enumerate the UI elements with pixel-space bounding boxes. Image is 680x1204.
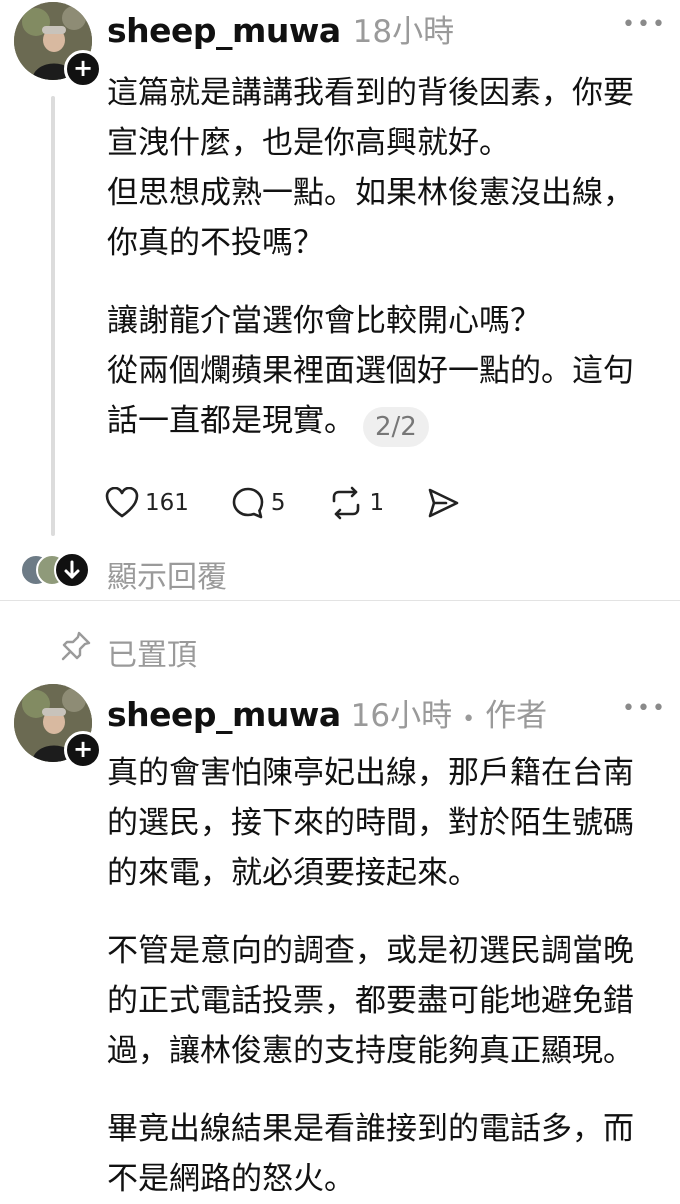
divider — [0, 600, 680, 601]
repost-icon — [332, 486, 359, 520]
post1-header: sheep_muwa 18小時 — [107, 6, 454, 51]
post-paragraph: 不管是意向的調查，或是初選民調當晚 的正式電話投票，都要盡可能地避免錯 過，讓林… — [107, 933, 634, 1069]
post-time[interactable]: 18小時 — [353, 6, 454, 51]
post1-body: 這篇就是講講我看到的背後因素，你要 宣洩什麼，也是你高興就好。 但思想成熟一點。… — [107, 68, 667, 447]
follow-plus-icon[interactable]: + — [64, 50, 102, 88]
arrow-down-icon — [54, 552, 90, 588]
page-indicator: 2/2 — [363, 406, 429, 447]
author-tag: 作者 — [485, 698, 548, 734]
post-paragraph: 畢竟出線結果是看誰接到的電話多，而 不是網路的怒火。 — [107, 1111, 634, 1197]
comment-button[interactable]: 5 — [231, 486, 286, 520]
more-options-button[interactable]: ••• — [622, 696, 667, 721]
username[interactable]: sheep_muwa — [107, 695, 341, 734]
comment-icon — [232, 487, 264, 519]
show-replies-link[interactable]: 顯示回覆 — [107, 552, 227, 596]
comment-count: 5 — [270, 490, 286, 516]
follow-plus-icon[interactable]: + — [64, 731, 102, 769]
post-time[interactable]: 16小時 — [351, 690, 452, 735]
thread-line — [51, 96, 55, 536]
pinned-label: 已置頂 — [107, 638, 197, 673]
like-count: 161 — [145, 490, 189, 516]
separator-dot: • — [462, 707, 476, 732]
more-options-button[interactable]: ••• — [622, 12, 667, 37]
send-icon — [428, 488, 459, 518]
post1-actions: 161 5 1 — [105, 486, 460, 520]
post2-header: sheep_muwa 16小時 • 作者 — [107, 690, 547, 735]
pin-icon — [60, 630, 92, 666]
post-paragraph: 真的會害怕陳亭妃出線，那戶籍在台南 的選民，接下來的時間，對於陌生號碼 的來電，… — [107, 755, 634, 891]
post-paragraph: 讓謝龍介當選你會比較開心嗎？ — [107, 303, 541, 339]
like-button[interactable]: 161 — [105, 487, 189, 519]
post2-body: 真的會害怕陳亭妃出線，那戶籍在台南 的選民，接下來的時間，對於陌生號碼 的來電，… — [107, 748, 667, 1204]
post-paragraph: 這篇就是講講我看到的背後因素，你要 宣洩什麼，也是你高興就好。 但思想成熟一點。… — [107, 75, 634, 261]
reply-avatars[interactable] — [20, 552, 92, 588]
heart-icon — [105, 487, 139, 518]
repost-count: 1 — [369, 490, 385, 516]
repost-button[interactable]: 1 — [328, 486, 385, 520]
username[interactable]: sheep_muwa — [107, 11, 341, 50]
share-button[interactable] — [426, 487, 460, 519]
